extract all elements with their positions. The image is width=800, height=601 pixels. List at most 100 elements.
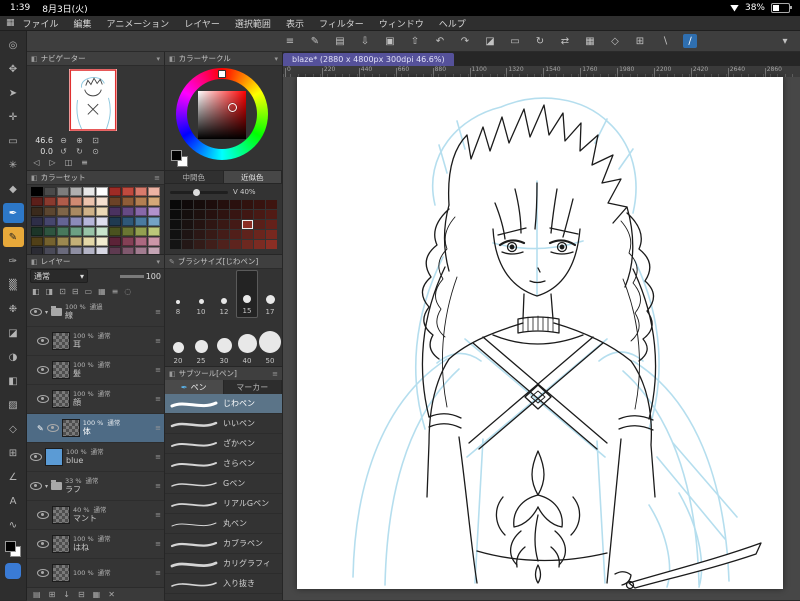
grid-icon[interactable]: ▦ bbox=[583, 34, 597, 48]
color-swatch[interactable] bbox=[83, 207, 95, 216]
layer-row-menu-icon[interactable]: ≡ bbox=[155, 453, 161, 461]
main-menu-icon[interactable]: ≡ bbox=[283, 34, 297, 48]
pen-tool[interactable]: ✒ bbox=[2, 203, 24, 223]
color-swatch[interactable] bbox=[57, 217, 69, 226]
color-swatch[interactable] bbox=[135, 227, 147, 236]
color-swatch[interactable] bbox=[31, 197, 43, 206]
color-swatch[interactable] bbox=[135, 187, 147, 196]
pencil-tool[interactable]: ✎ bbox=[2, 227, 24, 247]
color-swatch[interactable] bbox=[44, 217, 56, 226]
clip-studio-companion-button[interactable] bbox=[5, 563, 21, 579]
subtool-item-入り抜き[interactable]: 入り抜き bbox=[165, 574, 282, 594]
near-color-cell[interactable] bbox=[182, 200, 193, 209]
near-color-cell[interactable] bbox=[230, 220, 241, 229]
color-swatch[interactable] bbox=[96, 207, 108, 216]
near-color-cell[interactable] bbox=[254, 210, 265, 219]
layer-visibility-icon[interactable] bbox=[30, 482, 42, 490]
frame-border-tool[interactable]: ⊞ bbox=[3, 443, 24, 463]
gradient-tool[interactable]: ▨ bbox=[3, 395, 24, 415]
menu-item-選択範囲[interactable]: 選択範囲 bbox=[235, 17, 271, 30]
rotate-canvas-icon[interactable]: ↻ bbox=[533, 34, 547, 48]
ruler-tool[interactable]: ∠ bbox=[3, 467, 24, 487]
color-swatch[interactable] bbox=[148, 217, 160, 226]
menu-item-アニメーション[interactable]: アニメーション bbox=[107, 17, 170, 30]
layer-thumbnail[interactable] bbox=[52, 332, 70, 350]
near-color-cell[interactable] bbox=[194, 210, 205, 219]
near-color-cell[interactable] bbox=[266, 210, 277, 219]
navigator-thumbnail[interactable] bbox=[69, 69, 117, 131]
color-swatch[interactable] bbox=[83, 217, 95, 226]
color-swatch[interactable] bbox=[148, 207, 160, 216]
layer-visibility-icon[interactable] bbox=[46, 424, 59, 432]
near-color-cell[interactable] bbox=[254, 200, 265, 209]
near-color-cell[interactable] bbox=[218, 220, 229, 229]
color-swatch[interactable] bbox=[122, 227, 134, 236]
subtool-item-リアルGペン[interactable]: リアルGペン bbox=[165, 494, 282, 514]
layer-thumbnail[interactable] bbox=[61, 419, 80, 437]
color-swatch[interactable] bbox=[44, 197, 56, 206]
flip-canvas-icon[interactable]: ⇄ bbox=[558, 34, 572, 48]
near-color-cell[interactable] bbox=[182, 220, 193, 229]
mixer-tab-近似色[interactable]: 近似色 bbox=[223, 171, 282, 184]
layer-row-menu-icon[interactable]: ≡ bbox=[155, 569, 161, 577]
color-swatch[interactable] bbox=[70, 187, 82, 196]
menu-item-フィルター[interactable]: フィルター bbox=[319, 17, 364, 30]
layer-row-menu-icon[interactable]: ≡ bbox=[155, 337, 161, 345]
layer-visibility-icon[interactable] bbox=[30, 453, 42, 461]
menu-item-ウィンドウ[interactable]: ウィンドウ bbox=[379, 17, 424, 30]
zoom-tool[interactable]: ◎ bbox=[3, 35, 24, 55]
sv-marker[interactable] bbox=[228, 103, 237, 112]
color-swatch[interactable] bbox=[57, 197, 69, 206]
eyedropper-tool[interactable]: ◆ bbox=[3, 179, 24, 199]
material-icon[interactable]: ⊞ bbox=[633, 34, 647, 48]
color-swatch[interactable] bbox=[148, 187, 160, 196]
layer-command-icon-1[interactable]: ◨ bbox=[46, 287, 54, 296]
layer-bottom-icon-1[interactable]: ⊞ bbox=[49, 590, 56, 599]
layer-row-体[interactable]: ✎ 100 % 通常体 ≡ bbox=[27, 414, 164, 443]
color-swatch[interactable] bbox=[148, 227, 160, 236]
line-correction-tool[interactable]: ∿ bbox=[3, 515, 24, 535]
color-swatch[interactable] bbox=[122, 217, 134, 226]
layer-opacity-control[interactable]: 100 bbox=[119, 272, 161, 281]
rotate-left-icon[interactable]: ↺ bbox=[58, 147, 69, 156]
layer-thumbnail[interactable] bbox=[45, 448, 63, 466]
color-swatch[interactable] bbox=[96, 237, 108, 246]
figure-tool[interactable]: ◇ bbox=[3, 419, 24, 439]
auto-select-tool[interactable]: ✳ bbox=[3, 155, 24, 175]
color-swatch[interactable] bbox=[31, 207, 43, 216]
import-icon[interactable]: ⇩ bbox=[358, 34, 372, 48]
snap-icon[interactable]: ◇ bbox=[608, 34, 622, 48]
layer-row-menu-icon[interactable]: ≡ bbox=[155, 424, 161, 432]
layer-row-menu-icon[interactable]: ≡ bbox=[155, 540, 161, 548]
layer-visibility-icon[interactable] bbox=[37, 511, 49, 519]
near-color-cell[interactable] bbox=[254, 240, 265, 249]
subtool-item-Gペン[interactable]: Gペン bbox=[165, 474, 282, 494]
color-swatch[interactable] bbox=[31, 227, 43, 236]
subtool-item-カリグラフィ[interactable]: カリグラフィ bbox=[165, 554, 282, 574]
color-swatch[interactable] bbox=[135, 207, 147, 216]
fit-screen-icon[interactable]: ⊡ bbox=[90, 136, 101, 145]
color-swatch[interactable] bbox=[122, 187, 134, 196]
color-swatch[interactable] bbox=[109, 187, 121, 196]
layers-collapse-icon[interactable]: ▾ bbox=[156, 258, 160, 266]
layer-bottom-icon-0[interactable]: ▤ bbox=[33, 590, 41, 599]
mixer-tab-中間色[interactable]: 中間色 bbox=[165, 171, 224, 184]
menu-item-レイヤー[interactable]: レイヤー bbox=[184, 17, 220, 30]
main-color-chip[interactable] bbox=[5, 541, 16, 552]
folder-expand-icon[interactable]: ▾ bbox=[45, 309, 48, 316]
near-color-cell[interactable] bbox=[230, 210, 241, 219]
layer-row-blue[interactable]: 100 % 通常 blue ≡ bbox=[27, 443, 164, 472]
color-swatch[interactable] bbox=[57, 237, 69, 246]
near-color-cell[interactable] bbox=[194, 230, 205, 239]
brush-size-25[interactable]: 25 bbox=[190, 319, 212, 367]
near-color-cell[interactable] bbox=[206, 210, 217, 219]
color-swatch[interactable] bbox=[44, 187, 56, 196]
canvas-page[interactable] bbox=[297, 77, 783, 589]
layer-row-ラフ[interactable]: ▾ 33 % 通常 ラフ ≡ bbox=[27, 472, 164, 501]
main-sub-color-chips[interactable] bbox=[5, 541, 21, 557]
near-color-cell[interactable] bbox=[242, 220, 253, 229]
color-swatch[interactable] bbox=[44, 227, 56, 236]
near-color-cell[interactable] bbox=[218, 240, 229, 249]
layer-command-icon-3[interactable]: ⊟ bbox=[72, 287, 79, 296]
layer-row-顔[interactable]: 100 % 通常顔 ≡ bbox=[27, 385, 164, 414]
